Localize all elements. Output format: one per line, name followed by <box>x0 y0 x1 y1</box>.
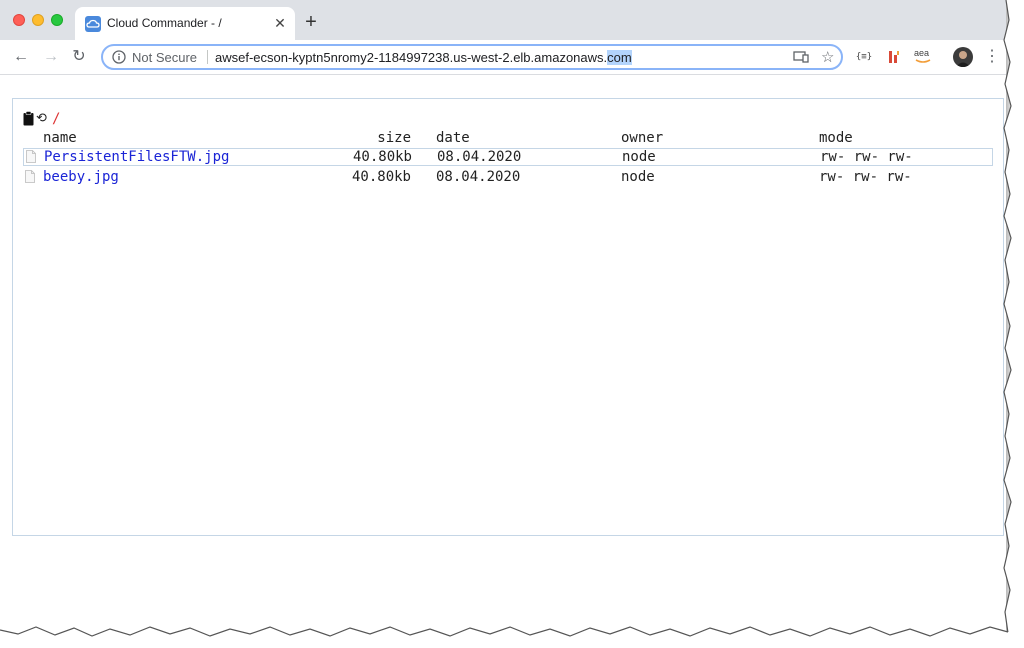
address-bar[interactable]: Not Secure awsef-ecson-kyptn5nromy2-1184… <box>101 44 843 70</box>
file-row[interactable]: beeby.jpg 40.80kb 08.04.2020 node rw- rw… <box>13 168 993 186</box>
torn-edge-bottom <box>0 626 1024 648</box>
file-name-link[interactable]: PersistentFilesFTW.jpg <box>44 148 229 166</box>
bookmark-star-icon[interactable]: ☆ <box>821 48 834 66</box>
file-panel: ⟲ / name size date owner mode Persistent… <box>12 98 1004 536</box>
back-arrow-icon[interactable]: ← <box>10 46 32 68</box>
browser-tab[interactable]: Cloud Commander - / ✕ <box>75 7 295 40</box>
url-main: awsef-ecson-kyptn5nromy2-1184997238.us-w… <box>215 50 608 65</box>
tab-strip: Cloud Commander - / ✕ + <box>0 0 1006 40</box>
url-selected-text: com <box>607 50 632 65</box>
security-label: Not Secure <box>132 50 198 65</box>
file-mode: rw- rw- rw- <box>819 169 912 185</box>
file-date: 08.04.2020 <box>436 169 521 185</box>
file-icon <box>26 150 36 163</box>
column-header-size[interactable]: size <box>263 129 411 147</box>
install-app-icon[interactable] <box>793 50 809 64</box>
refresh-icon[interactable]: ⟲ <box>36 112 47 126</box>
profile-avatar[interactable] <box>953 47 973 67</box>
omnibox-divider <box>207 50 208 64</box>
column-header-owner[interactable]: owner <box>621 129 663 147</box>
clipboard-icon[interactable] <box>23 111 34 126</box>
column-header-mode[interactable]: mode <box>819 129 853 147</box>
column-header-date[interactable]: date <box>436 129 470 147</box>
browser-window: Cloud Commander - / ✕ + ← → ↻ Not Secure… <box>0 0 1006 640</box>
current-path[interactable]: / <box>52 111 60 127</box>
reload-icon[interactable]: ↻ <box>68 46 90 68</box>
extension-aea-icon[interactable]: aea <box>912 48 934 66</box>
file-row[interactable]: PersistentFilesFTW.jpg 40.80kb 08.04.202… <box>23 148 993 166</box>
column-header-name[interactable]: name <box>43 129 77 147</box>
tab-title: Cloud Commander - / <box>107 16 222 30</box>
browser-menu-icon[interactable]: ⋮ <box>984 47 1000 67</box>
browser-toolbar: ← → ↻ Not Secure awsef-ecson-kyptn5nromy… <box>0 40 1006 75</box>
torn-edge-right <box>1003 0 1024 648</box>
file-mode: rw- rw- rw- <box>820 149 913 165</box>
forward-arrow-icon[interactable]: → <box>40 46 62 68</box>
file-list-header: name size date owner mode <box>13 129 1003 147</box>
new-tab-button[interactable]: + <box>301 12 321 32</box>
extension-json-icon[interactable]: {≡} <box>855 48 873 66</box>
file-size: 40.80kb <box>352 149 412 165</box>
file-name-link[interactable]: beeby.jpg <box>43 168 119 186</box>
tab-close-icon[interactable]: ✕ <box>271 14 289 32</box>
info-icon[interactable] <box>112 50 126 64</box>
file-date: 08.04.2020 <box>437 149 522 165</box>
window-maximize-button[interactable] <box>51 14 63 26</box>
file-icon <box>25 170 35 183</box>
extension-h-icon[interactable] <box>885 48 903 66</box>
file-owner: node <box>621 169 655 185</box>
window-close-button[interactable] <box>13 14 25 26</box>
file-size: 40.80kb <box>351 169 411 185</box>
window-minimize-button[interactable] <box>32 14 44 26</box>
cloud-favicon-icon <box>85 16 101 32</box>
url-text[interactable]: awsef-ecson-kyptn5nromy2-1184997238.us-w… <box>215 50 632 65</box>
file-owner: node <box>622 149 656 165</box>
